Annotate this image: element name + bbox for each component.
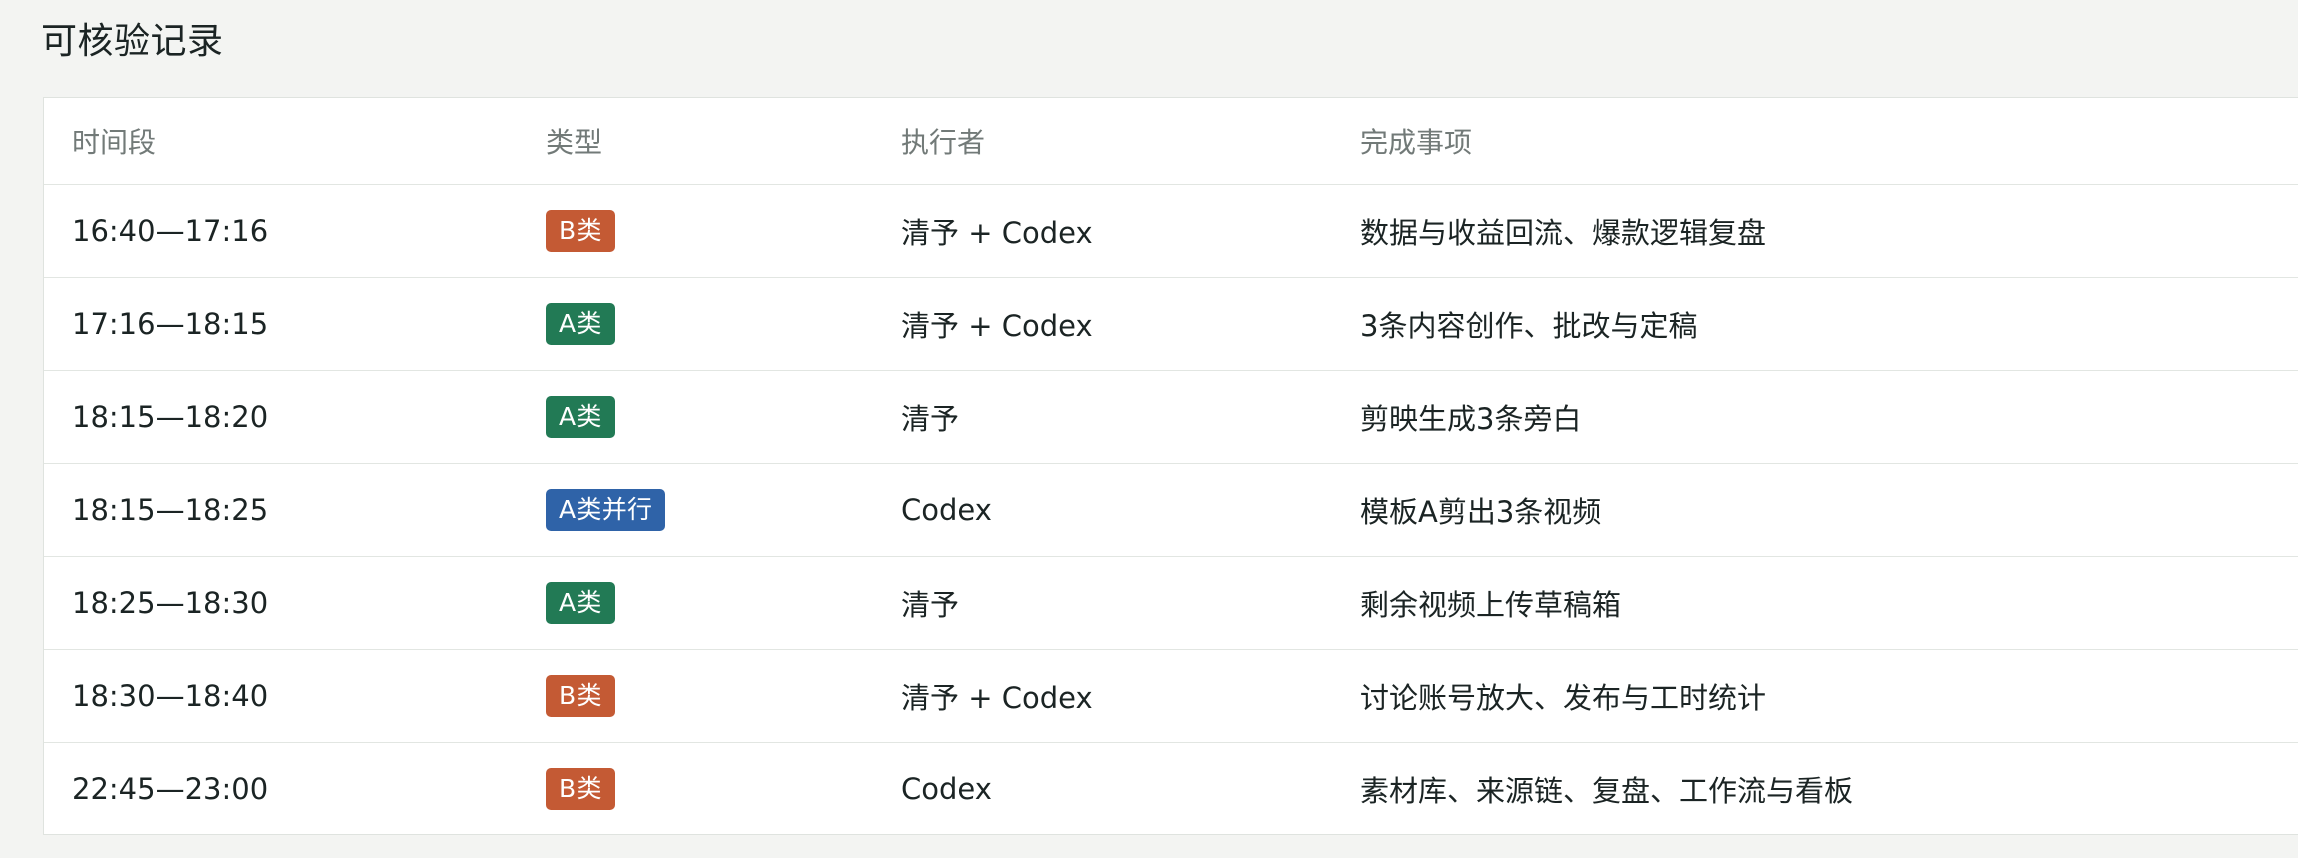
- cell-time: 22:45—23:00: [72, 772, 269, 806]
- cell-type: A类: [518, 277, 873, 371]
- type-badge: A类: [546, 303, 615, 345]
- type-badge: B类: [546, 768, 615, 810]
- type-badge: A类: [546, 582, 615, 624]
- column-header-time[interactable]: 时间段: [44, 98, 518, 185]
- cell-type: B类: [518, 743, 873, 835]
- table-row[interactable]: 18:15—18:20 A类 清予 剪映生成3条旁白: [44, 370, 2298, 464]
- column-header-task[interactable]: 完成事项: [1332, 98, 2298, 185]
- cell-task: 剪映生成3条旁白: [1332, 370, 2298, 464]
- cell-executor: 清予 + Codex: [873, 649, 1332, 743]
- table-row[interactable]: 18:30—18:40 B类 清予 + Codex 讨论账号放大、发布与工时统计: [44, 649, 2298, 743]
- cell-task: 3条内容创作、批改与定稿: [1332, 277, 2298, 371]
- type-badge: B类: [546, 675, 615, 717]
- records-table: 时间段 类型 执行者 完成事项 16:40—17:16 B类 清予 + Code…: [44, 98, 2298, 835]
- page: 可核验记录 时间段 类型 执行者 完成事项 16:40—17:16 B类 清予 …: [0, 0, 2298, 858]
- cell-executor: 清予 + Codex: [873, 277, 1332, 371]
- table-row[interactable]: 18:15—18:25 A类并行 Codex 模板A剪出3条视频: [44, 463, 2298, 557]
- cell-task: 模板A剪出3条视频: [1332, 463, 2298, 557]
- type-badge: B类: [546, 210, 615, 252]
- cell-task: 数据与收益回流、爆款逻辑复盘: [1332, 184, 2298, 278]
- table-row[interactable]: 16:40—17:16 B类 清予 + Codex 数据与收益回流、爆款逻辑复盘: [44, 184, 2298, 278]
- cell-executor: Codex: [873, 463, 1332, 557]
- cell-time: 18:25—18:30: [44, 556, 518, 650]
- cell-time: 18:15—18:25: [44, 463, 518, 557]
- table-header-row: 时间段 类型 执行者 完成事项: [44, 98, 2298, 185]
- cell-type: B类: [518, 184, 873, 278]
- records-table-card: 时间段 类型 执行者 完成事项 16:40—17:16 B类 清予 + Code…: [43, 97, 2298, 835]
- cell-task: 剩余视频上传草稿箱: [1332, 556, 2298, 650]
- cell-type: B类: [518, 649, 873, 743]
- cell-executor: 清予: [873, 556, 1332, 650]
- cell-time: 18:30—18:40: [44, 649, 518, 743]
- cell-executor: 清予: [873, 370, 1332, 464]
- cell-time: 18:15—18:20: [44, 370, 518, 464]
- table-row[interactable]: 17:16—18:15 A类 清予 + Codex 3条内容创作、批改与定稿: [44, 277, 2298, 371]
- column-header-type[interactable]: 类型: [518, 98, 873, 185]
- table-row[interactable]: 22:45—23:00 B类 Codex 素材库、来源链、复盘、工作流与看板: [44, 743, 2298, 835]
- table-row[interactable]: 18:25—18:30 A类 清予 剩余视频上传草稿箱: [44, 556, 2298, 650]
- cell-task: 素材库、来源链、复盘、工作流与看板: [1360, 774, 1854, 808]
- column-header-executor[interactable]: 执行者: [873, 98, 1332, 185]
- cell-executor: 清予 + Codex: [873, 184, 1332, 278]
- table-header: 时间段 类型 执行者 完成事项: [44, 98, 2298, 185]
- section-title: 可核验记录: [41, 21, 224, 62]
- cell-type: A类并行: [518, 463, 873, 557]
- cell-type: A类: [518, 370, 873, 464]
- table-body: 16:40—17:16 B类 清予 + Codex 数据与收益回流、爆款逻辑复盘…: [44, 184, 2298, 835]
- cell-time: 16:40—17:16: [44, 184, 518, 278]
- cell-type: A类: [518, 556, 873, 650]
- cell-task: 讨论账号放大、发布与工时统计: [1332, 649, 2298, 743]
- type-badge: A类: [546, 396, 615, 438]
- cell-executor: Codex: [901, 772, 992, 806]
- cell-time: 17:16—18:15: [44, 277, 518, 371]
- type-badge: A类并行: [546, 489, 666, 531]
